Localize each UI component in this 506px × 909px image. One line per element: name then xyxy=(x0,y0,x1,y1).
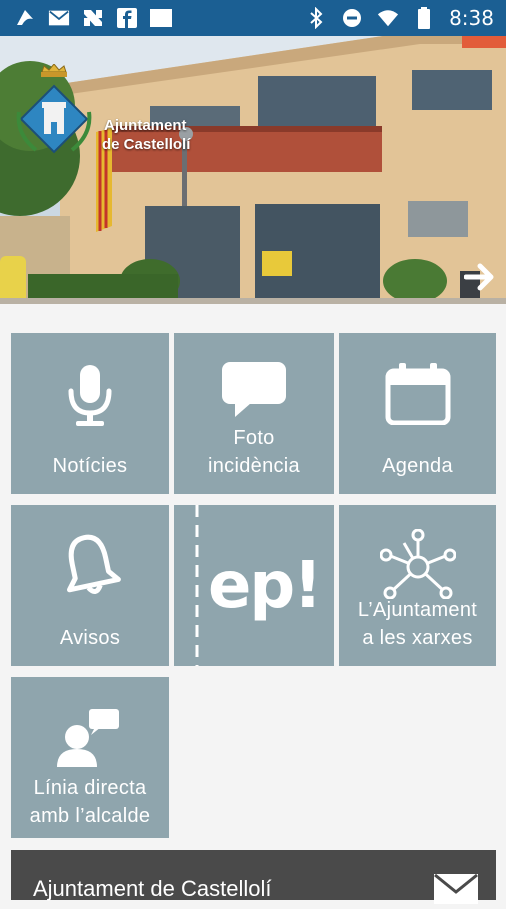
bell-icon xyxy=(11,531,169,601)
tile-noticies[interactable]: Notícies xyxy=(11,333,169,494)
speech-bubble-icon xyxy=(174,361,334,419)
town-logo xyxy=(14,64,94,164)
notification-icons xyxy=(0,7,172,29)
dashed-divider xyxy=(195,505,199,666)
footer-title: Ajuntament de Castellolí xyxy=(33,876,272,901)
tile-label: Notícies xyxy=(52,455,128,477)
news-icon xyxy=(82,7,104,29)
ep-logo: ep! xyxy=(208,549,322,623)
town-name: Ajuntament de Castellolí xyxy=(102,116,190,154)
tile-label: Avisos xyxy=(59,627,121,649)
network-icon xyxy=(339,529,496,599)
clock: 8:38 xyxy=(449,6,494,30)
contact-bar[interactable]: Ajuntament de Castellolí xyxy=(11,850,496,904)
tile-label-line-2: a les xarxes xyxy=(362,627,473,649)
arrow-right-icon[interactable] xyxy=(464,262,498,296)
facebook-icon xyxy=(116,7,138,29)
tile-label-line-1: L’Ajuntament xyxy=(357,599,478,621)
tile-label: Agenda xyxy=(382,455,453,477)
tile-linia-directa[interactable]: Línia directa amb l’alcalde xyxy=(11,677,169,838)
mail-icon xyxy=(48,7,70,29)
wifi-icon xyxy=(377,7,399,29)
tile-foto-incidencia[interactable]: Foto incidència xyxy=(174,333,334,494)
tile-agenda[interactable]: Agenda xyxy=(339,333,496,494)
app-icon xyxy=(14,7,36,29)
bluetooth-icon xyxy=(305,7,327,29)
chat-user-icon xyxy=(11,707,169,769)
system-icons: 8:38 xyxy=(305,6,506,30)
tile-avisos[interactable]: Avisos xyxy=(11,505,169,666)
microphone-icon xyxy=(11,363,169,429)
status-bar: 8:38 xyxy=(0,0,506,36)
battery-icon xyxy=(413,7,435,29)
logo-line-1: Ajuntament xyxy=(104,117,187,134)
tile-label: Foto incidència xyxy=(208,424,300,494)
logo-line-2: de Castellolí xyxy=(102,136,191,153)
tile-label-line-1: Foto xyxy=(233,427,275,449)
hero-banner[interactable]: Ajuntament de Castellolí xyxy=(0,36,506,304)
tile-label-line-1: Línia directa xyxy=(33,777,147,799)
do-not-disturb-icon xyxy=(341,7,363,29)
tile-ep[interactable]: ep! xyxy=(174,505,334,666)
square-icon xyxy=(150,7,172,29)
tile-label-line-2: incidència xyxy=(208,455,300,477)
tile-xarxes[interactable]: L’Ajuntament a les xarxes xyxy=(339,505,496,666)
tile-label: L’Ajuntament a les xarxes xyxy=(358,596,477,666)
tile-label-line-2: amb l’alcalde xyxy=(29,805,151,827)
tile-label: Línia directa amb l’alcalde xyxy=(30,774,151,838)
calendar-icon xyxy=(339,363,496,425)
